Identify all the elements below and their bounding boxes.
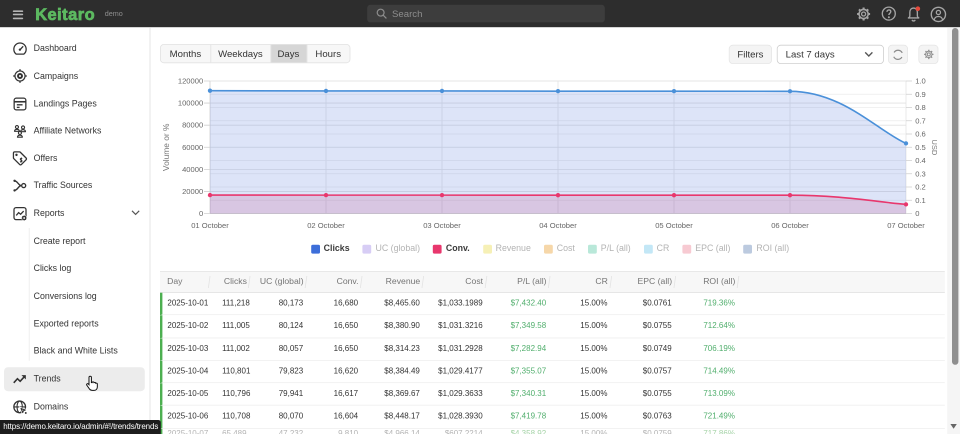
svg-text:0.5: 0.5 xyxy=(915,143,926,152)
svg-text:0.7: 0.7 xyxy=(915,116,926,125)
svg-text:100000: 100000 xyxy=(178,99,203,108)
svg-text:120000: 120000 xyxy=(178,77,203,86)
svg-text:40000: 40000 xyxy=(182,165,203,174)
svg-text:06 October: 06 October xyxy=(771,221,809,230)
svg-text:03 October: 03 October xyxy=(423,221,461,230)
svg-text:USD: USD xyxy=(930,139,939,156)
svg-text:0.3: 0.3 xyxy=(915,169,926,178)
svg-text:04 October: 04 October xyxy=(539,221,577,230)
svg-text:0.8: 0.8 xyxy=(915,103,926,112)
svg-text:0: 0 xyxy=(199,209,203,218)
svg-text:80000: 80000 xyxy=(182,121,203,130)
svg-text:1.0: 1.0 xyxy=(915,77,926,86)
svg-text:0.9: 0.9 xyxy=(915,90,926,99)
svg-text:05 October: 05 October xyxy=(655,221,693,230)
svg-text:20000: 20000 xyxy=(182,187,203,196)
svg-text:0.2: 0.2 xyxy=(915,183,926,192)
svg-text:0.4: 0.4 xyxy=(915,156,926,165)
svg-text:07 October: 07 October xyxy=(887,221,925,230)
svg-text:Volume or %: Volume or % xyxy=(161,123,171,171)
svg-text:0: 0 xyxy=(915,209,919,218)
svg-text:60000: 60000 xyxy=(182,143,203,152)
svg-text:02 October: 02 October xyxy=(307,221,345,230)
svg-text:0.1: 0.1 xyxy=(915,196,926,205)
svg-text:0.6: 0.6 xyxy=(915,130,926,139)
svg-text:01 October: 01 October xyxy=(191,221,229,230)
